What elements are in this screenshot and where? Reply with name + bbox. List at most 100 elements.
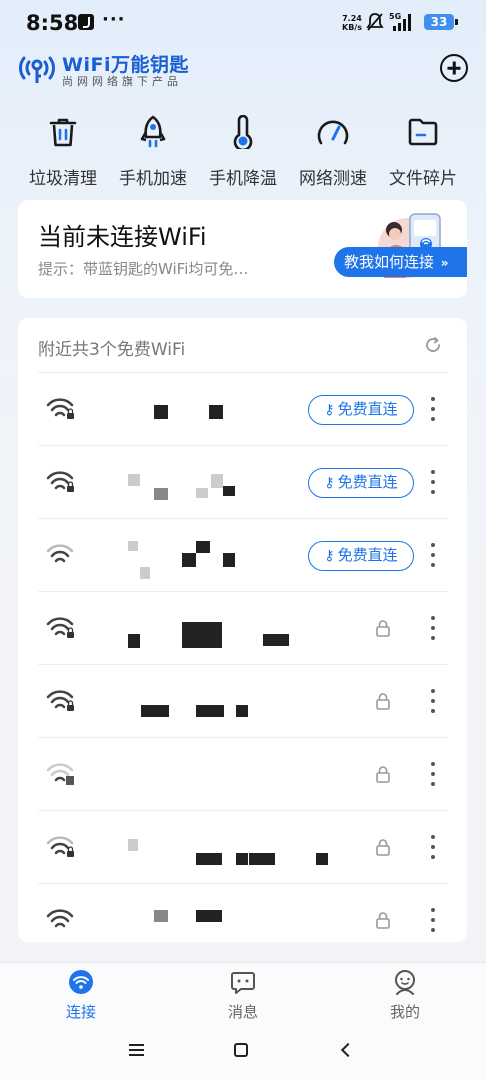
- recent-apps-button[interactable]: [129, 1044, 144, 1056]
- how-to-connect-button[interactable]: 教我如何连接 »: [334, 247, 467, 277]
- tool-phone-boost[interactable]: 手机加速: [108, 114, 198, 194]
- wifi-list-item[interactable]: [38, 883, 448, 942]
- bottom-navigation: 连接 消息 我的: [0, 962, 486, 1024]
- wifi-name-obscured: [106, 592, 336, 665]
- tool-speed-test[interactable]: 网络测速: [288, 114, 378, 194]
- more-options-button[interactable]: [430, 762, 436, 786]
- key-icon: ⚷: [324, 548, 335, 564]
- how-to-connect-label: 教我如何连接: [344, 253, 435, 271]
- free-connect-button[interactable]: ⚷ 免费直连: [308, 468, 414, 498]
- tool-label: 垃圾清理: [29, 169, 97, 189]
- wifi-list-item[interactable]: [38, 810, 448, 883]
- free-connect-button[interactable]: ⚷ 免费直连: [308, 541, 414, 571]
- more-options-button[interactable]: [430, 689, 436, 713]
- free-connect-label: 免费直连: [337, 400, 398, 418]
- wifi-list-item[interactable]: [38, 664, 448, 737]
- wifi-name-obscured: [106, 446, 336, 519]
- wifi-list-item[interactable]: ⚷ 免费直连: [38, 518, 448, 591]
- nearby-wifi-card: 附近共3个免费WiFi ⚷ 免费直连 ⚷ 免费直连 ⚷ 免费直连: [18, 318, 467, 942]
- connection-hint: 提示：带蓝钥匙的WiFi均可免…: [38, 260, 249, 278]
- mute-bell-icon: [366, 13, 384, 31]
- wifi-signal-lock-icon: [46, 690, 74, 711]
- more-options-button[interactable]: [430, 835, 436, 859]
- more-options-button[interactable]: [430, 397, 436, 421]
- wifi-name-obscured: [106, 665, 336, 738]
- tab-profile[interactable]: 我的: [324, 963, 486, 1024]
- rocket-icon: [135, 114, 171, 150]
- key-icon: ⚷: [324, 475, 335, 491]
- more-options-button[interactable]: [430, 908, 436, 932]
- wifi-signal-lock-icon: [46, 836, 74, 857]
- tiktok-notification-icon: [78, 14, 94, 30]
- free-connect-button[interactable]: ⚷ 免费直连: [308, 395, 414, 425]
- wifi-list-item[interactable]: ⚷ 免费直连: [38, 372, 448, 445]
- nearby-wifi-title: 附近共3个免费WiFi: [38, 340, 186, 360]
- tab-connect[interactable]: 连接: [0, 963, 162, 1024]
- tool-phone-cooling[interactable]: 手机降温: [198, 114, 288, 194]
- more-options-button[interactable]: [430, 470, 436, 494]
- key-icon: ⚷: [324, 402, 335, 418]
- tab-label: 我的: [389, 1003, 420, 1021]
- wifi-name-obscured: [106, 738, 336, 811]
- tool-label: 手机加速: [119, 169, 187, 189]
- network-speed-unit: KB/s: [342, 23, 362, 32]
- wifi-icon: [69, 970, 93, 994]
- more-options-button[interactable]: [430, 616, 436, 640]
- tools-bar: 垃圾清理 手机加速 手机降温 网络测速 文件碎片: [18, 114, 468, 194]
- back-button[interactable]: [340, 1042, 356, 1058]
- status-time: 8:58: [26, 11, 79, 35]
- free-connect-label: 免费直连: [337, 473, 398, 491]
- status-bar: 8:58 ··· 7.24 KB/s 5G 33: [0, 0, 486, 44]
- add-button[interactable]: [440, 54, 468, 82]
- refresh-icon[interactable]: [424, 336, 442, 354]
- speedometer-icon: [315, 114, 351, 150]
- wifi-signal-lock-icon: [46, 398, 74, 419]
- wifi-signal-lock-icon: [46, 763, 74, 785]
- wifi-signal-lock-icon: [46, 471, 74, 492]
- tab-label: 消息: [227, 1003, 258, 1021]
- wifi-list: ⚷ 免费直连 ⚷ 免费直连 ⚷ 免费直连: [38, 372, 448, 942]
- home-button[interactable]: [234, 1043, 248, 1057]
- tool-file-shred[interactable]: 文件碎片: [378, 114, 468, 194]
- wifi-name-obscured: [106, 519, 336, 592]
- tab-messages[interactable]: 消息: [162, 963, 324, 1024]
- signal-strength-icon: [393, 14, 411, 31]
- double-chevron-icon: »: [440, 256, 449, 270]
- more-notifications-indicator: ···: [102, 9, 126, 30]
- network-speed-value: 7.24: [342, 14, 362, 23]
- battery-indicator: 33: [424, 14, 458, 30]
- more-options-button[interactable]: [430, 543, 436, 567]
- connection-status-card: 当前未连接WiFi 提示：带蓝钥匙的WiFi均可免… 教我如何连接 »: [18, 200, 467, 298]
- wifi-signal-lock-icon: [46, 617, 74, 638]
- tool-junk-clean[interactable]: 垃圾清理: [18, 114, 108, 194]
- trash-icon: [45, 114, 81, 150]
- wifi-name-obscured: [106, 884, 336, 942]
- app-header: WiFi万能钥匙 尚网网络旗下产品: [0, 48, 486, 92]
- folder-icon: [405, 114, 441, 150]
- chat-icon: [231, 972, 255, 994]
- lock-icon: [376, 620, 390, 637]
- tool-label: 文件碎片: [389, 169, 457, 189]
- thermometer-icon: [225, 114, 261, 150]
- wifi-signal-icon: [46, 544, 74, 563]
- connection-status-title: 当前未连接WiFi: [38, 223, 207, 251]
- lock-icon: [376, 766, 390, 783]
- wifi-list-item[interactable]: [38, 737, 448, 810]
- tool-label: 网络测速: [299, 169, 367, 189]
- lock-icon: [376, 693, 390, 710]
- free-connect-label: 免费直连: [337, 546, 398, 564]
- wifi-key-logo-icon: [19, 56, 55, 83]
- network-speed: 7.24 KB/s: [342, 14, 362, 32]
- system-navigation-bar: [0, 1024, 486, 1080]
- lock-icon: [376, 839, 390, 856]
- tab-label: 连接: [65, 1003, 96, 1021]
- brand-subtitle: 尚网网络旗下产品: [62, 75, 182, 88]
- wifi-signal-lock-icon: [46, 909, 74, 928]
- tool-label: 手机降温: [209, 169, 277, 189]
- lock-icon: [376, 912, 390, 929]
- profile-icon: [395, 970, 415, 995]
- wifi-name-obscured: [106, 373, 336, 446]
- wifi-list-item[interactable]: [38, 591, 448, 664]
- wifi-list-item[interactable]: ⚷ 免费直连: [38, 445, 448, 518]
- wifi-name-obscured: [106, 811, 336, 884]
